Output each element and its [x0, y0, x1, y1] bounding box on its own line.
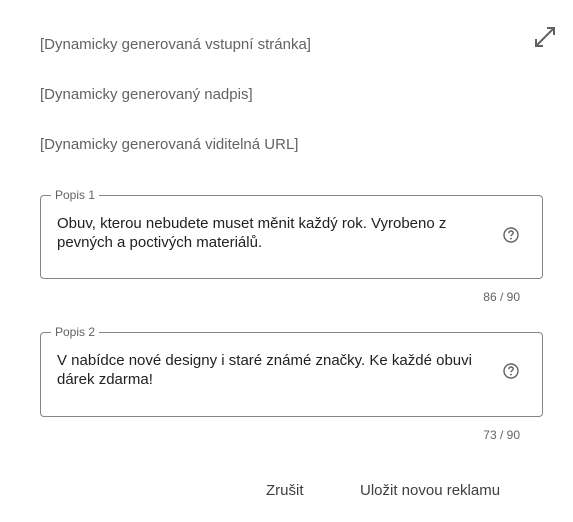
description-2-counter: 73 / 90 [483, 428, 520, 442]
help-icon[interactable] [502, 362, 520, 380]
dynamic-display-url: [Dynamicky generovaná viditelná URL] [40, 136, 299, 153]
help-icon[interactable] [502, 226, 520, 244]
description-2-input[interactable]: V nabídce nové designy i staré známé zna… [57, 351, 487, 389]
cancel-button[interactable]: Zrušit [260, 478, 310, 503]
description-1-counter: 86 / 90 [483, 290, 520, 304]
dynamic-landing-page: [Dynamicky generovaná vstupní stránka] [40, 36, 311, 53]
save-new-ad-button[interactable]: Uložit novou reklamu [354, 478, 506, 503]
description-2-label: Popis 2 [51, 324, 100, 340]
description-2-field[interactable]: Popis 2 V nabídce nové designy i staré z… [40, 324, 543, 417]
ad-editor-panel: [Dynamicky generovaná vstupní stránka] [… [0, 0, 573, 522]
description-1-input[interactable]: Obuv, kterou nebudete muset měnit každý … [57, 214, 487, 252]
expand-icon[interactable] [533, 25, 557, 49]
description-1-field[interactable]: Popis 1 Obuv, kterou nebudete muset měni… [40, 187, 543, 279]
dynamic-headline: [Dynamicky generovaný nadpis] [40, 86, 253, 103]
description-1-label: Popis 1 [51, 187, 100, 203]
